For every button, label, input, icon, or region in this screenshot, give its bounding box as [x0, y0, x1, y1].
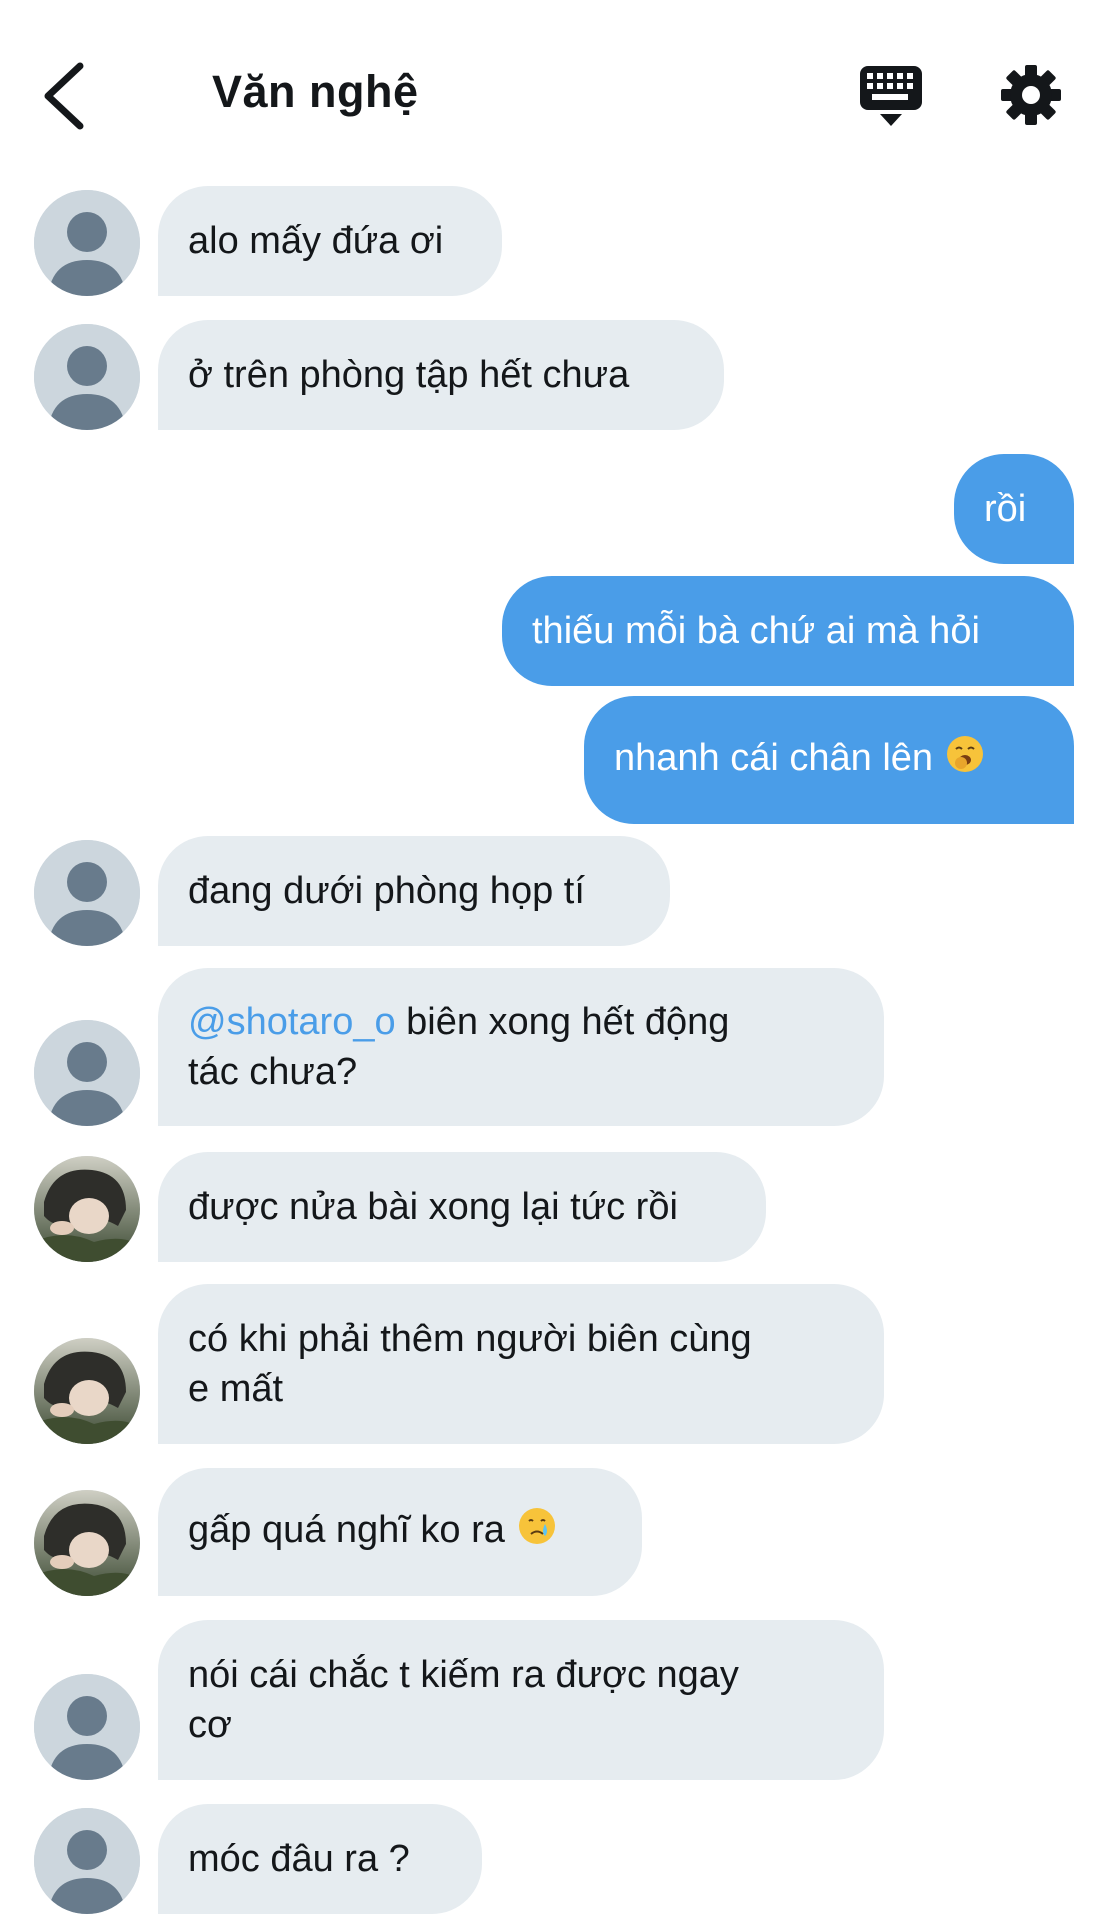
default-avatar[interactable] — [34, 1020, 140, 1126]
message-bubble[interactable]: @shotaro_o biên xong hết động tác chưa? — [158, 968, 884, 1126]
message-text: nhanh cái chân lên — [614, 733, 985, 786]
message-text: alo mấy đứa ơi — [188, 216, 443, 266]
message-body: đang dưới phòng họp tí — [188, 870, 585, 912]
yawning-face-emoji — [945, 734, 985, 787]
message-text: có khi phải thêm người biên cùng e mất — [188, 1314, 752, 1414]
message-text: gấp quá nghĩ ko ra — [188, 1505, 557, 1558]
message-bubble[interactable]: nói cái chắc t kiếm ra được ngay cơ — [158, 1620, 884, 1780]
message-body: gấp quá nghĩ ko ra — [188, 1509, 505, 1552]
user-photo-avatar[interactable] — [34, 1490, 140, 1596]
crying-face-emoji — [517, 1506, 557, 1559]
message-body: được nửa bài xong lại tức rồi — [188, 1186, 678, 1228]
message-bubble[interactable]: có khi phải thêm người biên cùng e mất — [158, 1284, 884, 1444]
message-bubble[interactable]: nhanh cái chân lên — [584, 696, 1074, 824]
message-body: alo mấy đứa ơi — [188, 220, 444, 262]
message-text: rồi — [984, 484, 1026, 534]
gear-icon[interactable] — [1000, 64, 1062, 126]
message-body: thiếu mỗi bà chứ ai mà hỏi — [532, 610, 980, 652]
message-body: móc đâu ra ? — [188, 1838, 410, 1880]
message-bubble[interactable]: được nửa bài xong lại tức rồi — [158, 1152, 766, 1262]
message-body: nói cái chắc t kiếm ra được ngay cơ — [188, 1654, 739, 1746]
default-avatar[interactable] — [34, 1674, 140, 1780]
keyboard-icon[interactable] — [858, 64, 924, 130]
conversation-title[interactable]: Văn nghệ — [212, 66, 419, 118]
back-chevron-icon[interactable] — [36, 58, 96, 134]
user-photo-avatar[interactable] — [34, 1156, 140, 1262]
message-bubble[interactable]: gấp quá nghĩ ko ra — [158, 1468, 642, 1596]
message-bubble[interactable]: thiếu mỗi bà chứ ai mà hỏi — [502, 576, 1074, 686]
default-avatar[interactable] — [34, 1808, 140, 1914]
message-bubble[interactable]: rồi — [954, 454, 1074, 564]
user-photo-avatar[interactable] — [34, 1338, 140, 1444]
message-text: @shotaro_o biên xong hết động tác chưa? — [188, 997, 729, 1097]
message-body: có khi phải thêm người biên cùng e mất — [188, 1318, 752, 1410]
message-text: thiếu mỗi bà chứ ai mà hỏi — [532, 606, 980, 656]
default-avatar[interactable] — [34, 190, 140, 296]
message-text: nói cái chắc t kiếm ra được ngay cơ — [188, 1650, 739, 1750]
message-bubble[interactable]: đang dưới phòng họp tí — [158, 836, 670, 946]
message-bubble[interactable]: alo mấy đứa ơi — [158, 186, 502, 296]
mention-link[interactable]: @shotaro_o — [188, 1001, 396, 1043]
chat-header: Văn nghệ — [0, 0, 1104, 180]
message-body: ở trên phòng tập hết chưa — [188, 354, 630, 396]
message-text: đang dưới phòng họp tí — [188, 866, 585, 916]
message-body: rồi — [984, 488, 1027, 530]
message-text: ở trên phòng tập hết chưa — [188, 350, 629, 400]
default-avatar[interactable] — [34, 324, 140, 430]
message-text: móc đâu ra ? — [188, 1834, 410, 1884]
default-avatar[interactable] — [34, 840, 140, 946]
message-body: nhanh cái chân lên — [614, 737, 934, 780]
message-bubble[interactable]: ở trên phòng tập hết chưa — [158, 320, 724, 430]
message-text: được nửa bài xong lại tức rồi — [188, 1182, 678, 1232]
message-bubble[interactable]: móc đâu ra ? — [158, 1804, 482, 1914]
